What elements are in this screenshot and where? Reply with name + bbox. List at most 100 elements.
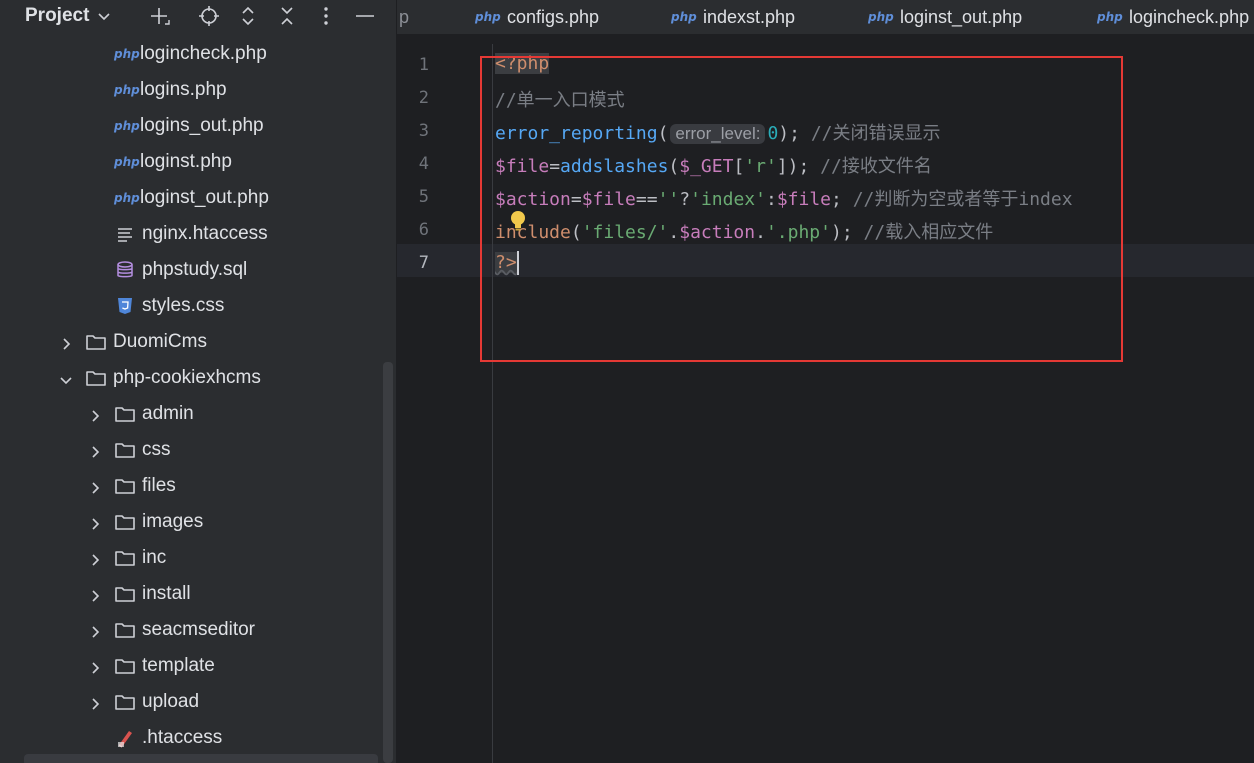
tree-item-label: seacmseditor — [142, 619, 255, 640]
minimize-icon[interactable] — [353, 4, 377, 28]
tree-item-label: styles.css — [142, 295, 225, 316]
folder-icon — [114, 692, 136, 712]
line-number: 6 — [418, 220, 429, 240]
chevron-right-icon[interactable] — [59, 335, 73, 350]
project-view-selector[interactable]: Project — [25, 5, 113, 27]
tree-item-label: inc — [142, 547, 167, 568]
database-icon — [114, 260, 136, 280]
line-number: 4 — [418, 154, 429, 174]
line-number: 2 — [418, 88, 429, 108]
tree-item-logins-out-php[interactable]: php logins_out.php — [0, 108, 396, 144]
tree-item-loginst-php[interactable]: php loginst.php — [0, 144, 396, 180]
tree-item-template[interactable]: template — [0, 648, 396, 684]
tree-item-label: template — [142, 655, 215, 676]
folder-icon — [114, 404, 136, 424]
tree-item-logins-php[interactable]: php logins.php — [0, 72, 396, 108]
more-options-icon[interactable] — [314, 4, 338, 28]
tab-logincheck-php[interactable]: php logincheck.php — [1097, 0, 1249, 34]
folder-icon — [114, 476, 136, 496]
scrollbar[interactable] — [383, 362, 393, 763]
tab-label: indexst.php — [703, 6, 796, 27]
tree-item-css[interactable]: css — [0, 432, 396, 468]
php-file-icon: php — [114, 155, 140, 169]
tree-item-duomicms[interactable]: DuomiCms — [0, 324, 396, 360]
htaccess-file-icon — [114, 728, 136, 748]
project-title: Project — [25, 5, 90, 26]
chevron-right-icon[interactable] — [88, 407, 102, 422]
tree-item-label: nginx.htaccess — [142, 223, 268, 244]
tree-item-nginx-htaccess[interactable]: nginx.htaccess — [0, 216, 396, 252]
chevron-right-icon[interactable] — [88, 551, 102, 566]
tab-label: configs.php — [507, 6, 600, 27]
tree-item-label: admin — [142, 403, 194, 424]
tree-item-label: logincheck.php — [140, 43, 267, 64]
tree-item-upload[interactable]: upload — [0, 684, 396, 720]
tree-item-styles-css[interactable]: styles.css — [0, 288, 396, 324]
tree-item-label: logins_out.php — [140, 115, 264, 136]
folder-icon — [85, 332, 107, 352]
folder-icon — [114, 656, 136, 676]
php-file-icon: php — [114, 83, 140, 97]
tree-item-label: install — [142, 583, 191, 604]
locate-icon[interactable] — [197, 4, 221, 28]
tree-item-label: css — [142, 439, 171, 460]
tab-indexst-php[interactable]: php indexst.php — [671, 0, 795, 34]
chevron-right-icon[interactable] — [88, 695, 102, 710]
tab-partial[interactable]: p — [399, 0, 409, 34]
chevron-down-icon[interactable] — [59, 371, 73, 385]
php-file-icon: php — [671, 10, 697, 24]
tree-item-label: upload — [142, 691, 200, 712]
tree-item-label: php-cookiexhcms — [113, 367, 261, 388]
tree-item-php-cookiexhcms[interactable]: php-cookiexhcms — [0, 360, 396, 396]
tree-item-htaccess[interactable]: .htaccess — [0, 720, 396, 756]
highlight-annotation-box — [480, 56, 1123, 362]
tree-item-label: logins.php — [140, 79, 227, 100]
chevron-right-icon[interactable] — [88, 659, 102, 674]
tree-item-install[interactable]: install — [0, 576, 396, 612]
tree-item-loginst-out-php[interactable]: php loginst_out.php — [0, 180, 396, 216]
tree-item-phpstudy-sql[interactable]: phpstudy.sql — [0, 252, 396, 288]
folder-icon — [114, 584, 136, 604]
chevron-right-icon[interactable] — [88, 623, 102, 638]
php-file-icon: php — [868, 10, 894, 24]
tree-item-label: files — [142, 475, 176, 496]
tree-item-admin[interactable]: admin — [0, 396, 396, 432]
tab-loginst-out-php[interactable]: php loginst_out.php — [868, 0, 1022, 34]
php-file-icon: php — [114, 191, 140, 205]
expand-all-icon[interactable] — [236, 4, 260, 28]
line-number: 3 — [418, 121, 429, 141]
tree-item-label: loginst_out.php — [140, 187, 269, 208]
tree-item-files[interactable]: files — [0, 468, 396, 504]
chevron-right-icon[interactable] — [88, 443, 102, 458]
line-number: 7 — [418, 253, 429, 273]
php-file-icon: php — [1097, 10, 1123, 24]
selected-tree-row[interactable] — [24, 754, 378, 763]
chevron-right-icon[interactable] — [88, 587, 102, 602]
tab-configs-php[interactable]: php configs.php — [475, 0, 599, 34]
tree-item-label: loginst.php — [140, 151, 232, 172]
line-number: 5 — [418, 187, 429, 207]
folder-icon — [114, 620, 136, 640]
tree-item-label: phpstudy.sql — [142, 259, 248, 280]
tree-item-label: DuomiCms — [113, 331, 207, 352]
tree-item-label: .htaccess — [142, 727, 223, 748]
tree-item-logincheck-php[interactable]: php logincheck.php — [0, 36, 396, 72]
chevron-right-icon[interactable] — [88, 515, 102, 530]
tree-item-seacmseditor[interactable]: seacmseditor — [0, 612, 396, 648]
collapse-all-icon[interactable] — [275, 4, 299, 28]
folder-icon — [85, 368, 107, 388]
add-icon[interactable] — [147, 4, 171, 28]
tab-label: loginst_out.php — [900, 6, 1023, 27]
folder-icon — [114, 548, 136, 568]
chevron-right-icon[interactable] — [88, 479, 102, 494]
css-file-icon — [114, 296, 136, 316]
project-panel: Project php logincheck.php php logins.php ph… — [0, 0, 396, 763]
tree-item-label: images — [142, 511, 204, 532]
folder-icon — [114, 440, 136, 460]
tree-item-inc[interactable]: inc — [0, 540, 396, 576]
php-file-icon: php — [114, 47, 140, 61]
tree-item-images[interactable]: images — [0, 504, 396, 540]
folder-icon — [114, 512, 136, 532]
line-number: 1 — [418, 55, 429, 75]
text-file-icon — [114, 224, 136, 244]
